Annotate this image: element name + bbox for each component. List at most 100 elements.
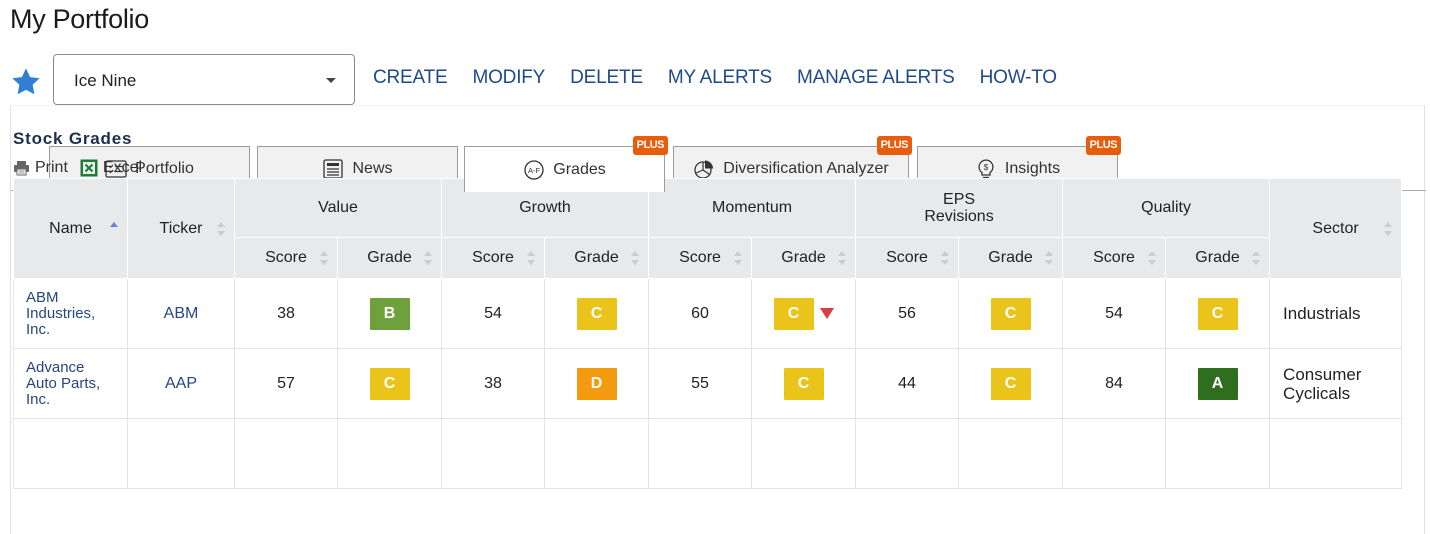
table-row-partial <box>13 418 1403 489</box>
excel-button[interactable]: Excel <box>80 159 142 177</box>
column-header-name[interactable]: Name <box>13 178 128 279</box>
ticker-cell: ABM <box>127 278 235 349</box>
column-group-quality: Quality <box>1062 178 1271 238</box>
score-cell: 60 <box>648 278 753 349</box>
my-alerts-link[interactable]: MY ALERTS <box>668 67 772 89</box>
sort-icon <box>1252 250 1261 266</box>
lightbulb-dollar-icon: $ <box>978 159 994 179</box>
score-cell: 38 <box>441 348 546 419</box>
grade-cell: C <box>751 278 857 349</box>
sort-icon <box>320 250 328 266</box>
column-header-ticker[interactable]: Ticker <box>127 178 235 279</box>
manage-alerts-link[interactable]: MANAGE ALERTS <box>797 67 955 89</box>
svg-text:$: $ <box>984 163 989 172</box>
grade-cell: C <box>751 348 857 419</box>
score-cell: 55 <box>648 348 753 419</box>
sort-icon <box>838 250 847 266</box>
ticker-link[interactable]: ABM <box>164 305 199 322</box>
grade-cell: D <box>544 348 650 419</box>
modify-link[interactable]: MODIFY <box>472 67 545 89</box>
how-to-link[interactable]: HOW-TO <box>980 67 1057 89</box>
score-cell: 54 <box>1062 278 1167 349</box>
grade-badge: B <box>369 297 410 330</box>
chevron-down-icon <box>326 78 336 83</box>
table-cell <box>127 418 235 489</box>
column-header-grade[interactable]: Grade <box>751 237 857 279</box>
grade-cell: C <box>1165 278 1271 349</box>
excel-label: Excel <box>102 159 143 176</box>
sort-icon <box>941 250 950 266</box>
newspaper-icon <box>323 159 344 179</box>
sort-ascending-icon <box>110 221 118 237</box>
table-cell <box>1269 418 1403 489</box>
portfolio-actions: CREATE MODIFY DELETE MY ALERTS MANAGE AL… <box>373 67 1082 89</box>
plus-badge: PLUS <box>876 136 912 155</box>
plus-badge: PLUS <box>632 136 668 155</box>
sort-icon <box>734 250 743 266</box>
grade-cell: B <box>336 278 443 349</box>
table-cell <box>648 418 753 489</box>
sector-label: Consumer Cyclicals <box>1283 364 1362 403</box>
stock-name-cell: ABM Industries, Inc. <box>13 278 128 349</box>
table-row: Advance Auto Parts, Inc. AAP 57 C 38 D 55 C 44 C 8… <box>13 348 1403 419</box>
table-row: ABM Industries, Inc. ABM 38 B 54 C 60 C 56 C 54 C In… <box>13 278 1403 349</box>
table-cell <box>1062 418 1167 489</box>
column-group-value: Value <box>233 178 443 238</box>
print-button[interactable]: Print <box>13 159 68 177</box>
column-header-grade[interactable]: Grade <box>958 237 1064 279</box>
sort-icon <box>217 221 225 237</box>
tab-grades-label: Grades <box>553 160 606 178</box>
table-cell <box>751 418 857 489</box>
section-title: Stock Grades <box>13 129 133 148</box>
grade-badge: C <box>783 367 824 400</box>
sort-icon <box>1148 250 1157 266</box>
grade-badge: C <box>369 367 410 400</box>
portfolio-select-value: Ice Nine <box>74 71 137 90</box>
table-cell <box>13 418 128 489</box>
excel-icon <box>80 159 98 177</box>
sector-cell: Consumer Cyclicals <box>1269 348 1403 419</box>
score-cell: 84 <box>1062 348 1167 419</box>
print-label: Print <box>35 159 68 176</box>
svg-text:A-F: A-F <box>528 166 541 175</box>
column-header-score[interactable]: Score <box>441 237 546 279</box>
create-link[interactable]: CREATE <box>373 67 448 89</box>
table-body: ABM Industries, Inc. ABM 38 B 54 C 60 C 56 C 54 C In… <box>13 278 1403 489</box>
sort-icon <box>424 250 433 266</box>
grade-badge: D <box>576 367 617 400</box>
column-header-score[interactable]: Score <box>648 237 753 279</box>
column-header-grade[interactable]: Grade <box>1165 237 1271 279</box>
grade-badge: C <box>576 297 617 330</box>
grade-badge: C <box>990 367 1031 400</box>
ticker-link[interactable]: AAP <box>165 375 197 392</box>
grade-badge: A <box>1197 367 1238 400</box>
portfolio-toolbar: Ice Nine CREATE MODIFY DELETE MY ALERTS … <box>10 54 1110 106</box>
column-header-grade[interactable]: Grade <box>544 237 650 279</box>
grades-af-icon: A-F <box>524 159 544 180</box>
tab-news-label: News <box>352 160 393 177</box>
ticker-cell: AAP <box>127 348 235 419</box>
column-header-score[interactable]: Score <box>234 237 338 279</box>
plus-badge: PLUS <box>1085 136 1121 155</box>
pie-chart-icon <box>694 160 714 179</box>
delete-link[interactable]: DELETE <box>570 67 643 89</box>
grade-badge: C <box>773 297 814 330</box>
portfolio-select[interactable]: Ice Nine <box>53 54 355 105</box>
tab-diversification-analyzer-label: Diversification Analyzer <box>723 160 889 177</box>
page-title: My Portfolio <box>10 4 149 34</box>
column-header-grade[interactable]: Grade <box>336 237 443 279</box>
column-header-score[interactable]: Score <box>855 237 960 279</box>
score-cell: 38 <box>234 278 338 349</box>
column-header-score[interactable]: Score <box>1062 237 1167 279</box>
tab-grades[interactable]: A-F Grades PLUS <box>464 136 668 192</box>
sort-icon <box>1384 221 1393 237</box>
printer-icon <box>14 161 29 176</box>
table-cell <box>958 418 1064 489</box>
stock-name-link[interactable]: ABM Industries, Inc. <box>26 289 112 338</box>
column-header-sector[interactable]: Sector <box>1269 178 1403 279</box>
grade-cell: C <box>544 278 650 349</box>
stock-name-link[interactable]: Advance Auto Parts, Inc. <box>26 359 112 408</box>
table-cell <box>855 418 960 489</box>
grade-badge: C <box>1197 297 1238 330</box>
favorite-star-icon[interactable] <box>10 66 42 98</box>
